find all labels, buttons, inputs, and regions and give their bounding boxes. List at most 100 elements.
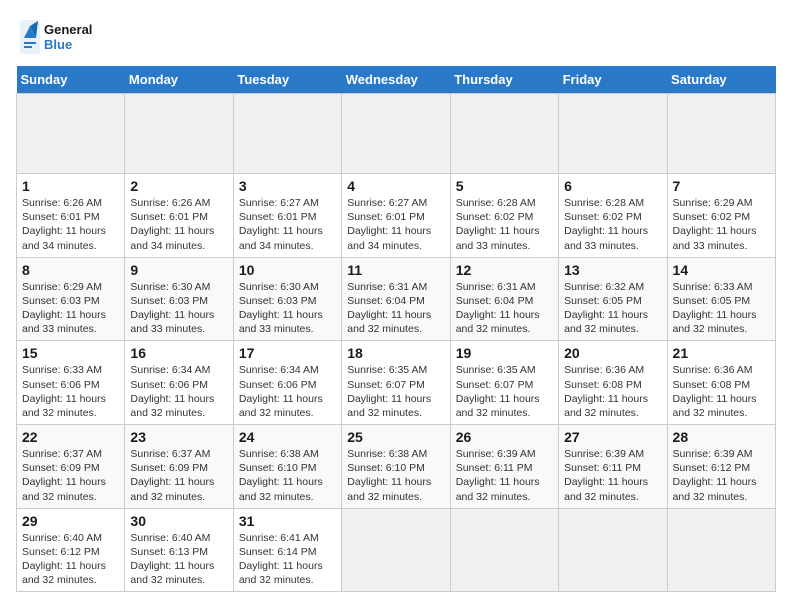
calendar-cell: 4Sunrise: 6:27 AMSunset: 6:01 PMDaylight… xyxy=(342,174,450,258)
calendar-cell: 29Sunrise: 6:40 AMSunset: 6:12 PMDayligh… xyxy=(17,508,125,592)
calendar-cell xyxy=(17,94,125,174)
calendar-cell: 16 Sunrise: 6:34 AMSunset: 6:06 PMDayligh… xyxy=(125,341,233,425)
day-detail: Sunrise: 6:36 AMSunset: 6:08 PMDaylight:… xyxy=(564,363,661,420)
day-number: 25 xyxy=(347,429,444,445)
calendar-cell: 1Sunrise: 6:26 AMSunset: 6:01 PMDaylight… xyxy=(17,174,125,258)
day-detail: Sunrise: 6:39 AMSunset: 6:12 PMDaylight:… xyxy=(673,447,770,504)
day-detail: Sunrise: 6:36 AMSunset: 6:08 PMDaylight:… xyxy=(673,363,770,420)
calendar-cell: 30Sunrise: 6:40 AMSunset: 6:13 PMDayligh… xyxy=(125,508,233,592)
calendar-cell xyxy=(342,94,450,174)
calendar-cell xyxy=(667,508,775,592)
calendar-cell: 17Sunrise: 6:34 AMSunset: 6:06 PMDayligh… xyxy=(233,341,341,425)
day-number: 24 xyxy=(239,429,336,445)
calendar-cell: 13Sunrise: 6:32 AMSunset: 6:05 PMDayligh… xyxy=(559,257,667,341)
day-number: 12 xyxy=(456,262,553,278)
calendar-cell: 15Sunrise: 6:33 AMSunset: 6:06 PMDayligh… xyxy=(17,341,125,425)
calendar-cell: 24 Sunrise: 6:38 AMSunset: 6:10 PMDayligh… xyxy=(233,425,341,509)
day-detail: Sunrise: 6:30 AMSunset: 6:03 PMDaylight:… xyxy=(130,280,227,337)
logo-icon: General Blue xyxy=(16,16,106,58)
calendar-cell: 8Sunrise: 6:29 AMSunset: 6:03 PMDaylight… xyxy=(17,257,125,341)
day-number: 2 xyxy=(130,178,227,194)
calendar-week-row: 1Sunrise: 6:26 AMSunset: 6:01 PMDaylight… xyxy=(17,174,776,258)
day-detail: Sunrise: 6:40 AMSunset: 6:13 PMDaylight:… xyxy=(130,531,227,588)
day-number: 17 xyxy=(239,345,336,361)
calendar-cell xyxy=(559,94,667,174)
calendar-cell: 7Sunrise: 6:29 AMSunset: 6:02 PMDaylight… xyxy=(667,174,775,258)
calendar-cell: 26 Sunrise: 6:39 AMSunset: 6:11 PMDayligh… xyxy=(450,425,558,509)
calendar-cell: 22 Sunrise: 6:37 AMSunset: 6:09 PMDayligh… xyxy=(17,425,125,509)
calendar-cell xyxy=(667,94,775,174)
day-number: 27 xyxy=(564,429,661,445)
column-header-sunday: Sunday xyxy=(17,66,125,94)
column-header-monday: Monday xyxy=(125,66,233,94)
day-detail: Sunrise: 6:27 AMSunset: 6:01 PMDaylight:… xyxy=(239,196,336,253)
calendar-cell xyxy=(125,94,233,174)
day-number: 26 xyxy=(456,429,553,445)
day-detail: Sunrise: 6:38 AMSunset: 6:10 PMDaylight:… xyxy=(239,447,336,504)
calendar-cell: 31 Sunrise: 6:41 AMSunset: 6:14 PMDayligh… xyxy=(233,508,341,592)
day-number: 22 xyxy=(22,429,119,445)
calendar-cell xyxy=(450,94,558,174)
calendar-week-row: 15Sunrise: 6:33 AMSunset: 6:06 PMDayligh… xyxy=(17,341,776,425)
day-number: 3 xyxy=(239,178,336,194)
calendar-cell: 18 Sunrise: 6:35 AMSunset: 6:07 PMDayligh… xyxy=(342,341,450,425)
calendar-week-row: 29Sunrise: 6:40 AMSunset: 6:12 PMDayligh… xyxy=(17,508,776,592)
day-detail: Sunrise: 6:31 AMSunset: 6:04 PMDaylight:… xyxy=(456,280,553,337)
column-header-saturday: Saturday xyxy=(667,66,775,94)
day-detail: Sunrise: 6:28 AMSunset: 6:02 PMDaylight:… xyxy=(456,196,553,253)
day-detail: Sunrise: 6:26 AMSunset: 6:01 PMDaylight:… xyxy=(22,196,119,253)
day-number: 28 xyxy=(673,429,770,445)
day-number: 16 xyxy=(130,345,227,361)
day-detail: Sunrise: 6:39 AMSunset: 6:11 PMDaylight:… xyxy=(456,447,553,504)
day-detail: Sunrise: 6:27 AMSunset: 6:01 PMDaylight:… xyxy=(347,196,444,253)
calendar-cell: 21 Sunrise: 6:36 AMSunset: 6:08 PMDayligh… xyxy=(667,341,775,425)
calendar-cell: 10Sunrise: 6:30 AMSunset: 6:03 PMDayligh… xyxy=(233,257,341,341)
column-header-friday: Friday xyxy=(559,66,667,94)
day-detail: Sunrise: 6:38 AMSunset: 6:10 PMDaylight:… xyxy=(347,447,444,504)
day-number: 19 xyxy=(456,345,553,361)
day-detail: Sunrise: 6:31 AMSunset: 6:04 PMDaylight:… xyxy=(347,280,444,337)
column-header-tuesday: Tuesday xyxy=(233,66,341,94)
page-header: General Blue xyxy=(16,16,776,58)
day-detail: Sunrise: 6:39 AMSunset: 6:11 PMDaylight:… xyxy=(564,447,661,504)
day-detail: Sunrise: 6:35 AMSunset: 6:07 PMDaylight:… xyxy=(347,363,444,420)
day-number: 23 xyxy=(130,429,227,445)
day-number: 31 xyxy=(239,513,336,529)
day-number: 21 xyxy=(673,345,770,361)
calendar-week-row: 8Sunrise: 6:29 AMSunset: 6:03 PMDaylight… xyxy=(17,257,776,341)
calendar-week-row: 22 Sunrise: 6:37 AMSunset: 6:09 PMDayligh… xyxy=(17,425,776,509)
day-number: 20 xyxy=(564,345,661,361)
day-number: 8 xyxy=(22,262,119,278)
day-detail: Sunrise: 6:26 AMSunset: 6:01 PMDaylight:… xyxy=(130,196,227,253)
day-detail: Sunrise: 6:33 AMSunset: 6:05 PMDaylight:… xyxy=(673,280,770,337)
day-number: 15 xyxy=(22,345,119,361)
day-number: 7 xyxy=(673,178,770,194)
day-number: 10 xyxy=(239,262,336,278)
column-header-wednesday: Wednesday xyxy=(342,66,450,94)
calendar-cell: 11 Sunrise: 6:31 AMSunset: 6:04 PMDayligh… xyxy=(342,257,450,341)
calendar-cell: 5 Sunrise: 6:28 AMSunset: 6:02 PMDaylight… xyxy=(450,174,558,258)
day-number: 6 xyxy=(564,178,661,194)
day-detail: Sunrise: 6:37 AMSunset: 6:09 PMDaylight:… xyxy=(22,447,119,504)
calendar-cell: 19 Sunrise: 6:35 AMSunset: 6:07 PMDayligh… xyxy=(450,341,558,425)
day-number: 11 xyxy=(347,262,444,278)
calendar-cell: 9 Sunrise: 6:30 AMSunset: 6:03 PMDaylight… xyxy=(125,257,233,341)
day-number: 5 xyxy=(456,178,553,194)
calendar-cell xyxy=(233,94,341,174)
day-detail: Sunrise: 6:41 AMSunset: 6:14 PMDaylight:… xyxy=(239,531,336,588)
calendar-header-row: SundayMondayTuesdayWednesdayThursdayFrid… xyxy=(17,66,776,94)
calendar-cell xyxy=(450,508,558,592)
day-number: 14 xyxy=(673,262,770,278)
day-detail: Sunrise: 6:28 AMSunset: 6:02 PMDaylight:… xyxy=(564,196,661,253)
calendar-cell xyxy=(559,508,667,592)
day-detail: Sunrise: 6:35 AMSunset: 6:07 PMDaylight:… xyxy=(456,363,553,420)
logo: General Blue xyxy=(16,16,106,58)
svg-text:General: General xyxy=(44,22,92,37)
calendar-cell: 20 Sunrise: 6:36 AMSunset: 6:08 PMDayligh… xyxy=(559,341,667,425)
calendar-cell: 25 Sunrise: 6:38 AMSunset: 6:10 PMDayligh… xyxy=(342,425,450,509)
day-detail: Sunrise: 6:34 AMSunset: 6:06 PMDaylight:… xyxy=(130,363,227,420)
day-number: 18 xyxy=(347,345,444,361)
day-number: 9 xyxy=(130,262,227,278)
day-number: 29 xyxy=(22,513,119,529)
day-detail: Sunrise: 6:37 AMSunset: 6:09 PMDaylight:… xyxy=(130,447,227,504)
